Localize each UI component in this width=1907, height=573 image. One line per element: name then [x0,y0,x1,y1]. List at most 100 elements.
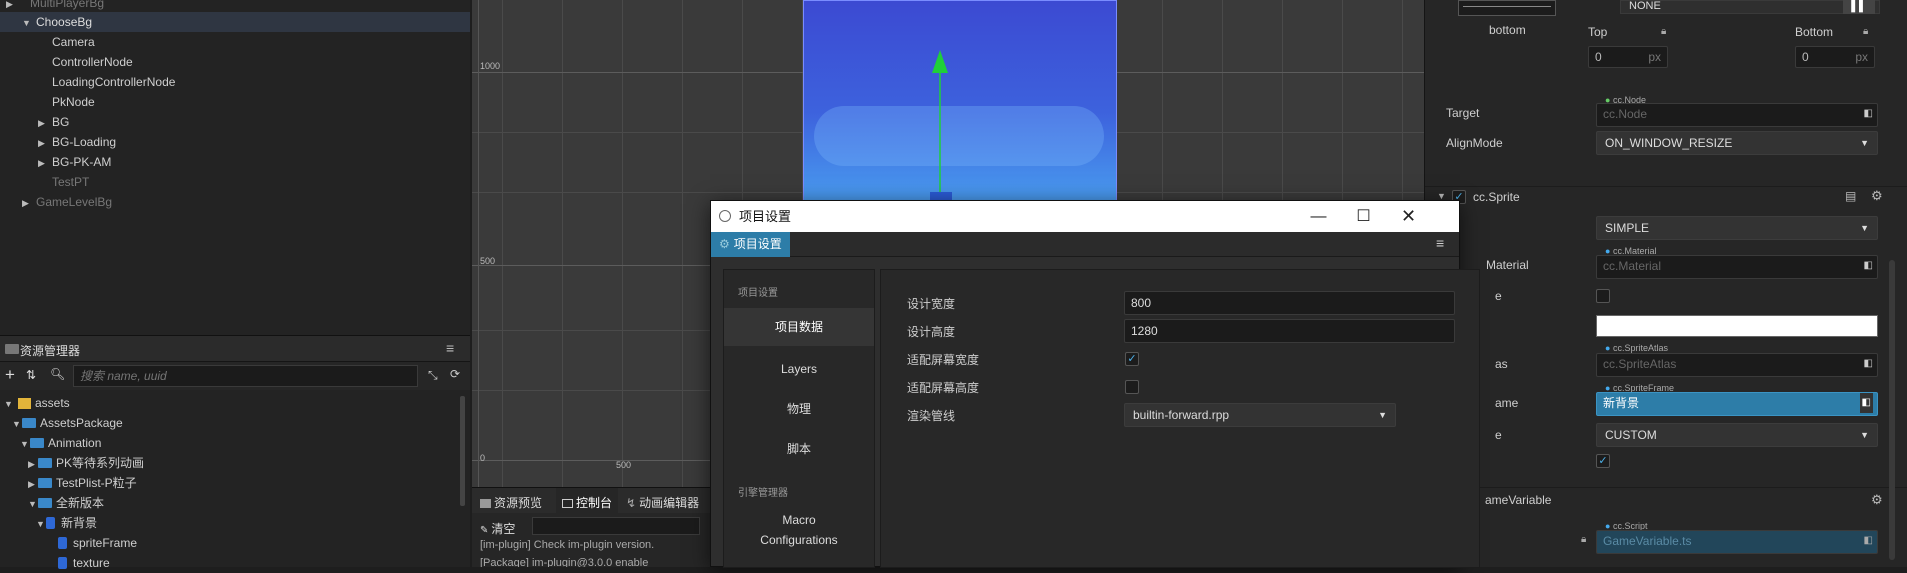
chevron-down-icon[interactable]: ▼ [36,514,46,534]
animation-icon: ↯ [626,496,637,510]
gear-icon[interactable]: ⚙ [1871,492,1883,508]
tree-item-pknode[interactable]: PkNode [52,92,95,112]
top-input[interactable]: 0 px [1588,46,1668,68]
tree-item-camera[interactable]: Camera [52,32,95,52]
dialog-titlebar[interactable]: 项目设置 — ☐ ✕ [711,201,1459,232]
chevron-down-icon[interactable]: ▼ [22,13,32,33]
lock-icon[interactable]: 🔒︎ [1661,26,1666,37]
add-icon[interactable]: + [5,365,15,385]
nav-item-layers[interactable]: Layers [724,358,874,380]
locate-icon[interactable]: ◧ [1864,256,1873,276]
collapse-icon[interactable]: ⤡ [428,368,438,383]
tree-item-gamelevelbg[interactable]: ▶ GameLevelBg [22,192,112,212]
chevron-down-icon[interactable]: ▼ [4,394,14,414]
sprite-component-header[interactable]: ▼ ✓ cc.Sprite ▤ ⚙ [1425,186,1907,208]
align-none-button[interactable]: NONE [1629,0,1661,12]
folder-icon [5,344,19,354]
bottom-input[interactable]: 0 px [1795,46,1875,68]
nav-item-configurations[interactable]: Configurations [724,530,874,550]
chevron-down-icon[interactable]: ▼ [12,414,22,434]
chevron-right-icon[interactable]: ▶ [22,193,32,213]
ruler-label: 500 [480,256,496,266]
asset-item-assetspackage[interactable]: ▼ AssetsPackage [12,413,123,433]
type-select[interactable]: CUSTOM ▼ [1596,423,1878,447]
alignment-toolbar[interactable]: NONE ▌▌ [1620,0,1880,14]
asset-item-pk-anim[interactable]: ▶ PK等待系列动画 [28,453,144,473]
design-width-input[interactable]: 800 [1124,291,1455,315]
asset-item-animation[interactable]: ▼ Animation [20,433,101,453]
chevron-right-icon[interactable]: ▶ [28,454,38,474]
tree-item-choosebg[interactable]: ▼ ChooseBg [0,12,470,32]
gear-icon[interactable]: ⚙ [1871,188,1883,204]
script-component-header[interactable]: ameVariable ⚙ [1425,487,1907,513]
tree-item-bg-pk-am[interactable]: ▶ BG-PK-AM [38,152,111,172]
fit-height-checkbox[interactable] [1125,380,1139,394]
bottom-label: Bottom [1795,25,1834,39]
spriteframe-field[interactable]: 新背景 ◧ [1596,392,1878,416]
script-field[interactable]: GameVariable.ts ◧ [1596,530,1878,554]
chevron-right-icon[interactable]: ▶ [38,153,48,173]
refresh-icon[interactable]: ⟳ [450,367,460,381]
tree-item-testpt[interactable]: TestPT [52,172,89,192]
atlas-field[interactable]: cc.SpriteAtlas ◧ [1596,353,1878,377]
lock-icon[interactable]: 🔒︎ [1863,26,1868,37]
alignmode-select[interactable]: ON_WINDOW_RESIZE ▼ [1596,131,1878,155]
console-filter-input[interactable] [532,517,700,535]
sort-icon[interactable]: ⇅ [26,368,36,382]
nav-item-physics[interactable]: 物理 [724,398,874,420]
tab-project-settings[interactable]: ⚙ 项目设置 [711,232,790,257]
fit-width-checkbox[interactable]: ✓ [1125,352,1139,366]
nav-item-macro[interactable]: Macro [724,510,874,530]
tree-item-bg[interactable]: ▶ BG [38,112,69,132]
asset-search-input[interactable] [73,365,418,387]
asset-item-spriteframe[interactable]: spriteFrame [58,533,137,553]
chevron-right-icon[interactable]: ▶ [28,474,38,494]
trim-checkbox[interactable]: ✓ [1596,454,1610,468]
search-filter-icon[interactable]: 🔍︎ [50,367,65,381]
chevron-right-icon[interactable]: ▶ [38,113,48,133]
folder-icon [480,499,491,509]
locate-icon[interactable]: ◧ [1864,104,1873,124]
align-vertical-stretch-icon[interactable]: ▌▌ [1843,0,1875,14]
asset-item-new-version[interactable]: ▼ 全新版本 [28,493,104,513]
asset-item-assets[interactable]: ▼ assets [4,393,70,413]
tab-animation-editor[interactable]: ↯ 动画编辑器 [626,494,699,511]
canvas-background[interactable] [803,0,1117,205]
tree-item-controllernode[interactable]: ControllerNode [52,52,133,72]
ruler-label: 500 [616,460,632,470]
maximize-icon[interactable]: ☐ [1341,201,1386,232]
locate-icon[interactable]: ◧ [1864,354,1873,374]
locate-icon[interactable]: ◧ [1864,531,1873,551]
target-field[interactable]: cc.Node ◧ [1596,103,1878,127]
scrollbar[interactable] [460,396,465,506]
menu-icon[interactable]: ≡ [446,340,454,356]
material-field[interactable]: cc.Material ◧ [1596,255,1878,279]
asset-item-texture[interactable]: texture [58,553,110,573]
sizemode-select[interactable]: SIMPLE ▼ [1596,216,1878,240]
nav-item-project-data[interactable]: 项目数据 [724,308,874,346]
clear-button[interactable]: ✎ 清空 [480,520,515,537]
spriteframe-icon [58,536,67,549]
design-height-input[interactable]: 1280 [1124,319,1455,343]
color-picker[interactable] [1596,315,1878,337]
tab-console[interactable]: 控制台 [556,488,619,513]
chevron-down-icon[interactable]: ▼ [28,494,38,514]
asset-item-testplist[interactable]: ▶ TestPlist-P粒子 [28,473,137,493]
chevron-right-icon[interactable]: ▶ [38,133,48,153]
move-gizmo[interactable] [920,45,960,205]
grayscale-checkbox[interactable] [1596,289,1610,303]
tree-item-bg-loading[interactable]: ▶ BG-Loading [38,132,116,152]
tab-asset-preview[interactable]: 资源预览 [480,494,542,511]
chevron-down-icon[interactable]: ▼ [20,434,30,454]
scrollbar[interactable] [1889,260,1895,560]
pipeline-select[interactable]: builtin-forward.rpp ▼ [1124,403,1396,427]
locate-icon[interactable]: ◧ [1859,393,1873,413]
asset-item-new-bg[interactable]: ▼ 新背景 [36,513,97,533]
close-icon[interactable]: ✕ [1386,201,1431,232]
minimize-icon[interactable]: — [1296,201,1341,232]
tree-item-loadingcontrollernode[interactable]: LoadingControllerNode [52,72,175,92]
nav-item-scripts[interactable]: 脚本 [724,438,874,460]
book-icon[interactable]: ▤ [1845,189,1856,203]
design-height-label: 设计高度 [907,325,956,339]
menu-icon[interactable]: ≡ [1436,235,1444,251]
